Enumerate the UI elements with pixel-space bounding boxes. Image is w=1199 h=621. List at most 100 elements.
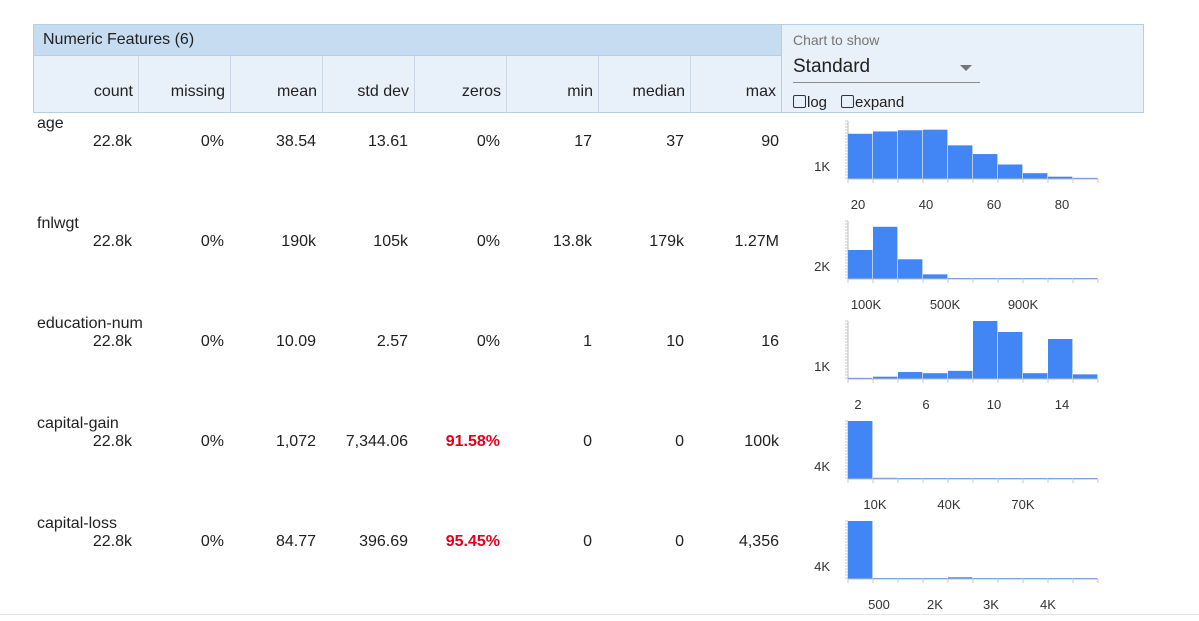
y-axis-label: 4K <box>814 459 830 474</box>
feature-row-capital-gain: capital-gain 22.8k 0% 1,072 7,344.06 91.… <box>0 415 1199 515</box>
histogram-bar <box>973 154 998 179</box>
x-tick-label: 500K <box>930 297 961 312</box>
x-tick-label: 500 <box>868 597 890 612</box>
x-tick-label: 900K <box>1008 297 1039 312</box>
histogram-bar <box>898 372 923 379</box>
std-dev-cell: 105k <box>373 233 408 250</box>
histogram-bar <box>898 259 923 279</box>
histogram-bar <box>848 421 873 479</box>
min-cell: 17 <box>574 133 592 150</box>
mean-cell: 38.54 <box>275 133 316 150</box>
count-cell: 22.8k <box>92 233 132 250</box>
histogram-bar <box>1048 338 1073 379</box>
x-tick-label: 10K <box>863 497 886 512</box>
checkbox-icon <box>793 95 806 108</box>
histogram-bar <box>923 274 948 279</box>
min-cell: 0 <box>583 533 592 550</box>
feature-name: age <box>37 115 64 132</box>
min-cell: 1 <box>583 333 592 350</box>
std-dev-cell: 7,344.06 <box>345 433 408 450</box>
median-cell: 0 <box>675 433 684 450</box>
count-cell: 22.8k <box>92 533 132 550</box>
x-tick-label: 6 <box>922 397 929 412</box>
max-cell: 100k <box>744 433 779 450</box>
histogram-svg: 1K 20 40 60 80 <box>814 120 1099 212</box>
median-cell: 10 <box>666 333 684 350</box>
std-dev-cell: 396.69 <box>359 533 408 550</box>
checkbox-icon <box>841 95 854 108</box>
zeros-cell: 91.58% <box>445 433 500 450</box>
histogram-bar <box>998 332 1023 379</box>
x-tick-label: 3K <box>983 597 999 612</box>
feature-name: capital-loss <box>37 515 118 532</box>
expand-label: expand <box>855 94 905 111</box>
missing-cell: 0% <box>200 133 224 150</box>
max-cell: 1.27M <box>734 233 779 250</box>
x-tick-label: 14 <box>1055 397 1069 412</box>
mean-cell: 190k <box>281 233 316 250</box>
zeros-cell: 95.45% <box>445 533 500 550</box>
chart-controls: Chart to show Standard log expand <box>782 24 1144 113</box>
x-tick-label: 100K <box>851 297 882 312</box>
feature-name: fnlwgt <box>37 215 79 232</box>
x-tick-label: 80 <box>1055 197 1069 212</box>
histogram-education-num: 1K 2 6 10 14 <box>800 315 1110 415</box>
zeros-cell: 0% <box>476 333 500 350</box>
log-label: log <box>807 94 828 111</box>
column-header-missing[interactable]: missing <box>138 56 230 113</box>
column-header-max[interactable]: max <box>690 56 781 113</box>
mean-cell: 10.09 <box>275 333 316 350</box>
feature-row-education-num: education-num 22.8k 0% 10.09 2.57 0% 1 1… <box>0 315 1199 415</box>
median-cell: 179k <box>649 233 684 250</box>
missing-cell: 0% <box>200 433 224 450</box>
histogram-bar <box>1023 373 1048 379</box>
expand-checkbox[interactable]: expand <box>841 94 904 111</box>
count-cell: 22.8k <box>92 333 132 350</box>
min-cell: 13.8k <box>552 233 592 250</box>
histogram-bar <box>923 129 948 179</box>
histogram-svg: 4K 500 2K 3K 4K <box>814 520 1099 612</box>
count-cell: 22.8k <box>92 433 132 450</box>
column-header-mean[interactable]: mean <box>230 56 322 113</box>
y-axis-label: 4K <box>814 559 830 574</box>
max-cell: 90 <box>761 133 779 150</box>
x-tick-label: 40K <box>937 497 960 512</box>
x-tick-label: 20 <box>851 197 865 212</box>
column-header-median[interactable]: median <box>598 56 690 113</box>
y-axis-label: 2K <box>814 259 830 274</box>
x-tick-label: 4K <box>1040 597 1056 612</box>
feature-name: capital-gain <box>37 415 119 432</box>
std-dev-cell: 2.57 <box>376 333 408 350</box>
mean-cell: 1,072 <box>275 433 316 450</box>
count-cell: 22.8k <box>92 133 132 150</box>
y-axis-label: 1K <box>814 159 830 174</box>
log-checkbox[interactable]: log <box>793 94 827 111</box>
feature-row-age: age 22.8k 0% 38.54 13.61 0% 17 37 90 1K 2… <box>0 115 1199 215</box>
numeric-features-header: Numeric Features (6) count missing mean … <box>33 24 782 113</box>
column-header-min[interactable]: min <box>506 56 598 113</box>
column-header-std-dev[interactable]: std dev <box>322 56 414 113</box>
histogram-age: 1K 20 40 60 80 <box>800 115 1110 215</box>
chart-type-dropdown[interactable]: Standard <box>793 55 980 83</box>
median-cell: 37 <box>666 133 684 150</box>
histogram-svg: 1K 2 6 10 14 <box>814 320 1099 412</box>
missing-cell: 0% <box>200 333 224 350</box>
zeros-cell: 0% <box>476 133 500 150</box>
column-header-zeros[interactable]: zeros <box>414 56 506 113</box>
x-tick-label: 2K <box>927 597 943 612</box>
histogram-svg: 4K 10K 40K 70K <box>814 420 1099 512</box>
missing-cell: 0% <box>200 533 224 550</box>
histogram-svg: 2K 100K 500K 900K <box>814 220 1099 312</box>
column-header-count[interactable]: count <box>34 56 138 113</box>
histogram-bar <box>948 370 973 379</box>
histogram-bar <box>848 250 873 279</box>
histogram-bar <box>898 130 923 179</box>
histogram-bar <box>973 321 998 379</box>
histogram-bar <box>873 131 898 179</box>
histogram-bar <box>873 226 898 279</box>
y-axis-label: 1K <box>814 359 830 374</box>
chart-to-show-label: Chart to show <box>793 32 880 48</box>
histogram-bar <box>923 373 948 379</box>
feature-name: education-num <box>37 315 143 332</box>
histogram-bar <box>998 164 1023 179</box>
